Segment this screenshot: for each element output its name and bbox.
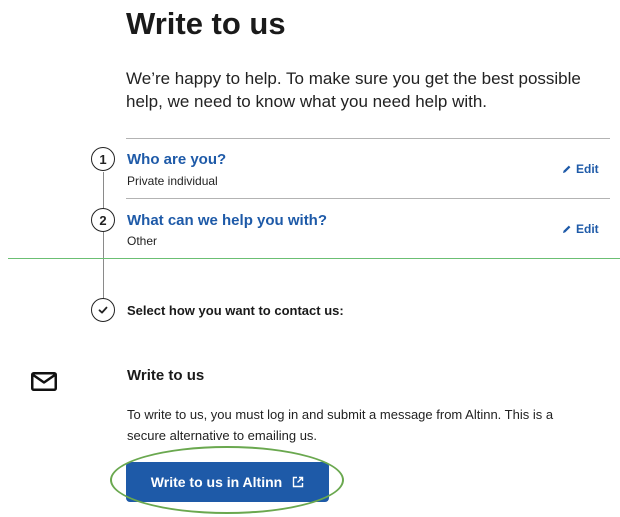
step-connector-line — [103, 172, 104, 306]
pencil-icon — [563, 165, 571, 173]
step-title-who-are-you[interactable]: Who are you? — [127, 151, 226, 168]
step-title-what-help[interactable]: What can we help you with? — [127, 212, 327, 229]
intro-text: We’re happy to help. To make sure you ge… — [126, 69, 581, 111]
page-title: Write to us — [126, 6, 286, 41]
write-section-description: To write to us, you must log in and subm… — [127, 407, 554, 443]
step-number-1: 1 — [91, 147, 115, 171]
step-answer-who-are-you: Private individual — [127, 174, 218, 188]
section-divider — [8, 258, 620, 259]
step-answer-what-help: Other — [127, 234, 158, 248]
envelope-icon — [31, 372, 57, 396]
edit-button-who-are-you[interactable]: Edit — [562, 162, 599, 176]
checkmark-icon — [98, 306, 108, 314]
step-check — [91, 298, 115, 322]
pencil-icon — [563, 225, 571, 233]
divider — [126, 198, 610, 199]
external-link-icon — [293, 476, 304, 488]
write-in-altinn-button[interactable]: Write to us in Altinn — [126, 462, 329, 502]
edit-label: Edit — [576, 222, 599, 236]
edit-label: Edit — [576, 162, 599, 176]
divider — [126, 138, 610, 139]
contact-prompt: Select how you want to contact us: — [127, 303, 344, 318]
write-section-title: Write to us — [127, 367, 205, 384]
button-label: Write to us in Altinn — [150, 474, 283, 490]
edit-button-what-help[interactable]: Edit — [562, 222, 599, 236]
step-number-2: 2 — [91, 208, 115, 232]
